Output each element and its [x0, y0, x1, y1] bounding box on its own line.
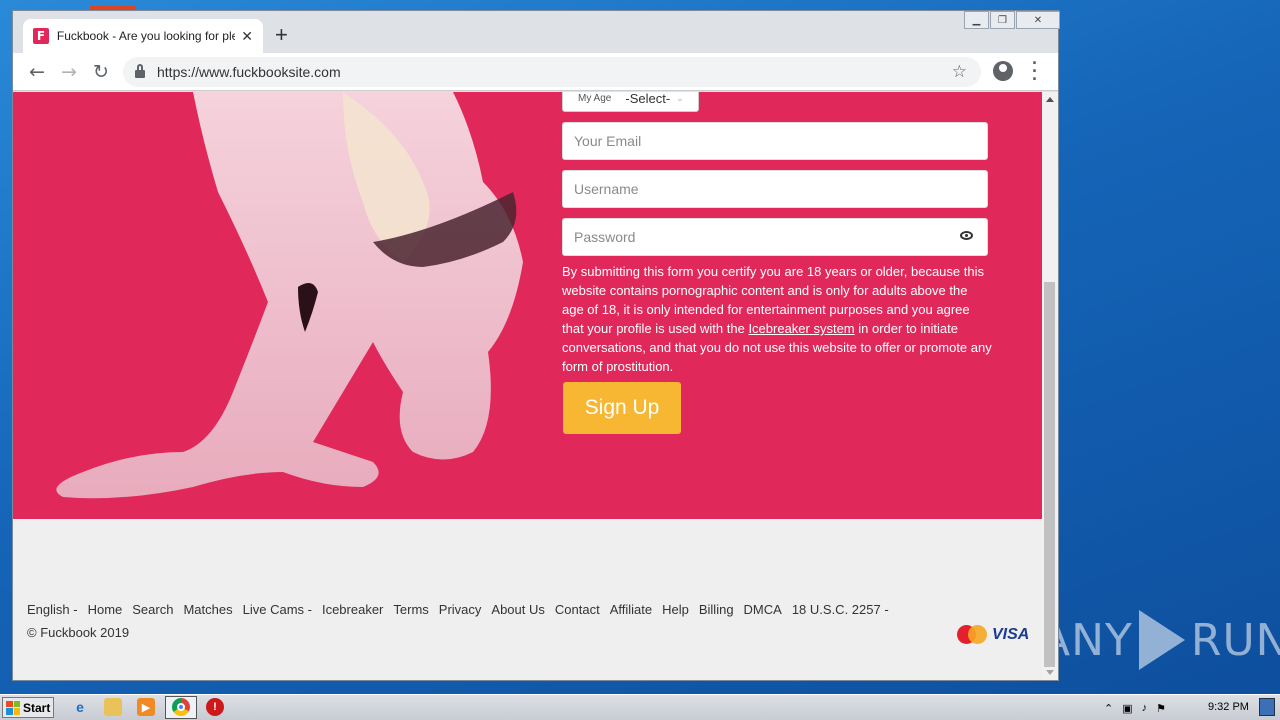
email-placeholder: Your Email — [574, 133, 642, 149]
page-footer: English - Home Search Matches Live Cams - Ice… — [27, 602, 1027, 640]
taskbar-clock[interactable]: 9:32 PM — [1208, 701, 1249, 713]
media-player-icon[interactable]: ▶ — [137, 698, 155, 716]
footer-links: English - Home Search Matches Live Cams - Ice… — [27, 602, 1027, 617]
tab-strip: F Fuckbook - Are you looking for pleas ✕… — [13, 11, 1060, 53]
age-label: My Age — [578, 92, 612, 104]
footer-link[interactable]: Affiliate — [610, 602, 652, 617]
footer-link[interactable]: Help — [662, 602, 689, 617]
internet-explorer-icon[interactable]: e — [71, 698, 89, 716]
show-desktop-button[interactable] — [1259, 698, 1275, 716]
browser-menu-icon[interactable]: · · · — [1029, 54, 1041, 88]
file-explorer-icon[interactable] — [104, 698, 122, 716]
tab-close-icon[interactable]: ✕ — [241, 28, 253, 45]
footer-link[interactable]: English - — [27, 602, 78, 617]
password-field[interactable]: Password — [562, 218, 988, 256]
system-tray: ⌃ ▣ ♪ ⚑ — [1104, 695, 1175, 720]
footer-link[interactable]: Icebreaker — [322, 602, 383, 617]
tab-title: Fuckbook - Are you looking for pleas — [56, 29, 236, 43]
username-placeholder: Username — [574, 181, 639, 197]
reload-button[interactable]: ↻ — [89, 60, 113, 84]
anyrun-watermark: ANY RUN — [1040, 605, 1280, 675]
site-favicon-icon: F — [33, 28, 49, 44]
new-tab-button[interactable]: + — [275, 24, 288, 46]
footer-link[interactable]: Billing — [699, 602, 734, 617]
footer-link[interactable]: Terms — [393, 602, 428, 617]
url-text: https://www.fuckbooksite.com — [157, 64, 341, 80]
play-icon — [1138, 610, 1185, 670]
chrome-icon — [172, 698, 190, 716]
bookmark-star-icon[interactable]: ☆ — [952, 62, 967, 82]
mastercard-icon — [957, 625, 987, 644]
scroll-down-icon[interactable] — [1046, 670, 1054, 675]
minimize-button[interactable]: ▁ — [964, 11, 989, 29]
email-field[interactable]: Your Email — [562, 122, 988, 160]
chevron-down-icon: ⌄ — [676, 92, 684, 103]
show-password-icon[interactable] — [960, 231, 973, 240]
footer-link[interactable]: DMCA — [744, 602, 782, 617]
address-bar[interactable]: https://www.fuckbooksite.com ☆ — [123, 57, 981, 87]
payment-methods: VISA — [957, 625, 1029, 644]
footer-link[interactable]: Home — [88, 602, 123, 617]
visa-logo: VISA — [992, 625, 1030, 643]
volume-icon[interactable]: ♪ — [1142, 702, 1148, 714]
scroll-thumb[interactable] — [1044, 282, 1055, 667]
window-close-button[interactable]: ✕ — [1016, 11, 1060, 29]
start-label: Start — [23, 700, 51, 715]
window-controls: ▁ ❐ ✕ — [963, 11, 1060, 29]
opera-icon[interactable]: ! — [206, 698, 224, 716]
footer-link[interactable]: Live Cams - — [243, 602, 312, 617]
footer-link[interactable]: Privacy — [439, 602, 482, 617]
tray-expand-icon[interactable]: ⌃ — [1104, 702, 1113, 715]
age-value: -Select- — [625, 92, 671, 106]
footer-link[interactable]: About Us — [491, 602, 544, 617]
footer-link[interactable]: Matches — [183, 602, 232, 617]
username-field[interactable]: Username — [562, 170, 988, 208]
maximize-button[interactable]: ❐ — [990, 11, 1015, 29]
taskbar: Start e ▶ ! ⌃ ▣ ♪ ⚑ 9:32 PM — [0, 694, 1280, 720]
signup-button[interactable]: Sign Up — [563, 382, 681, 434]
scroll-up-icon[interactable] — [1046, 97, 1054, 102]
icebreaker-link[interactable]: Icebreaker system — [748, 321, 854, 336]
age-select[interactable]: My Age -Select- ⌄ — [562, 92, 699, 112]
legal-disclaimer: By submitting this form you certify you … — [562, 262, 992, 376]
footer-link[interactable]: 18 U.S.C. 2257 - — [792, 602, 889, 617]
action-center-flag-icon[interactable]: ⚑ — [1156, 702, 1166, 715]
profile-icon[interactable] — [993, 61, 1013, 81]
browser-window: F Fuckbook - Are you looking for pleas ✕… — [12, 10, 1060, 681]
hero-model-image — [56, 92, 523, 499]
back-button[interactable]: ← — [25, 60, 49, 84]
network-icon[interactable]: ▣ — [1122, 702, 1132, 715]
page-viewport: My Age -Select- ⌄ Your Email Username Pa… — [13, 92, 1042, 680]
footer-link[interactable]: Contact — [555, 602, 600, 617]
hero-section: My Age -Select- ⌄ Your Email Username Pa… — [13, 92, 1042, 519]
watermark-run: RUN — [1190, 614, 1280, 666]
footer-link[interactable]: Search — [132, 602, 173, 617]
page-scrollbar[interactable] — [1042, 92, 1058, 680]
lock-icon — [135, 64, 145, 78]
browser-toolbar: ← → ↻ https://www.fuckbooksite.com ☆ · · · — [13, 53, 1058, 91]
start-button[interactable]: Start — [2, 697, 54, 718]
copyright: © Fuckbook 2019 — [27, 625, 130, 640]
browser-tab[interactable]: F Fuckbook - Are you looking for pleas ✕ — [23, 19, 263, 53]
password-placeholder: Password — [574, 229, 636, 245]
windows-logo-icon — [6, 700, 20, 715]
forward-button[interactable]: → — [57, 60, 81, 84]
